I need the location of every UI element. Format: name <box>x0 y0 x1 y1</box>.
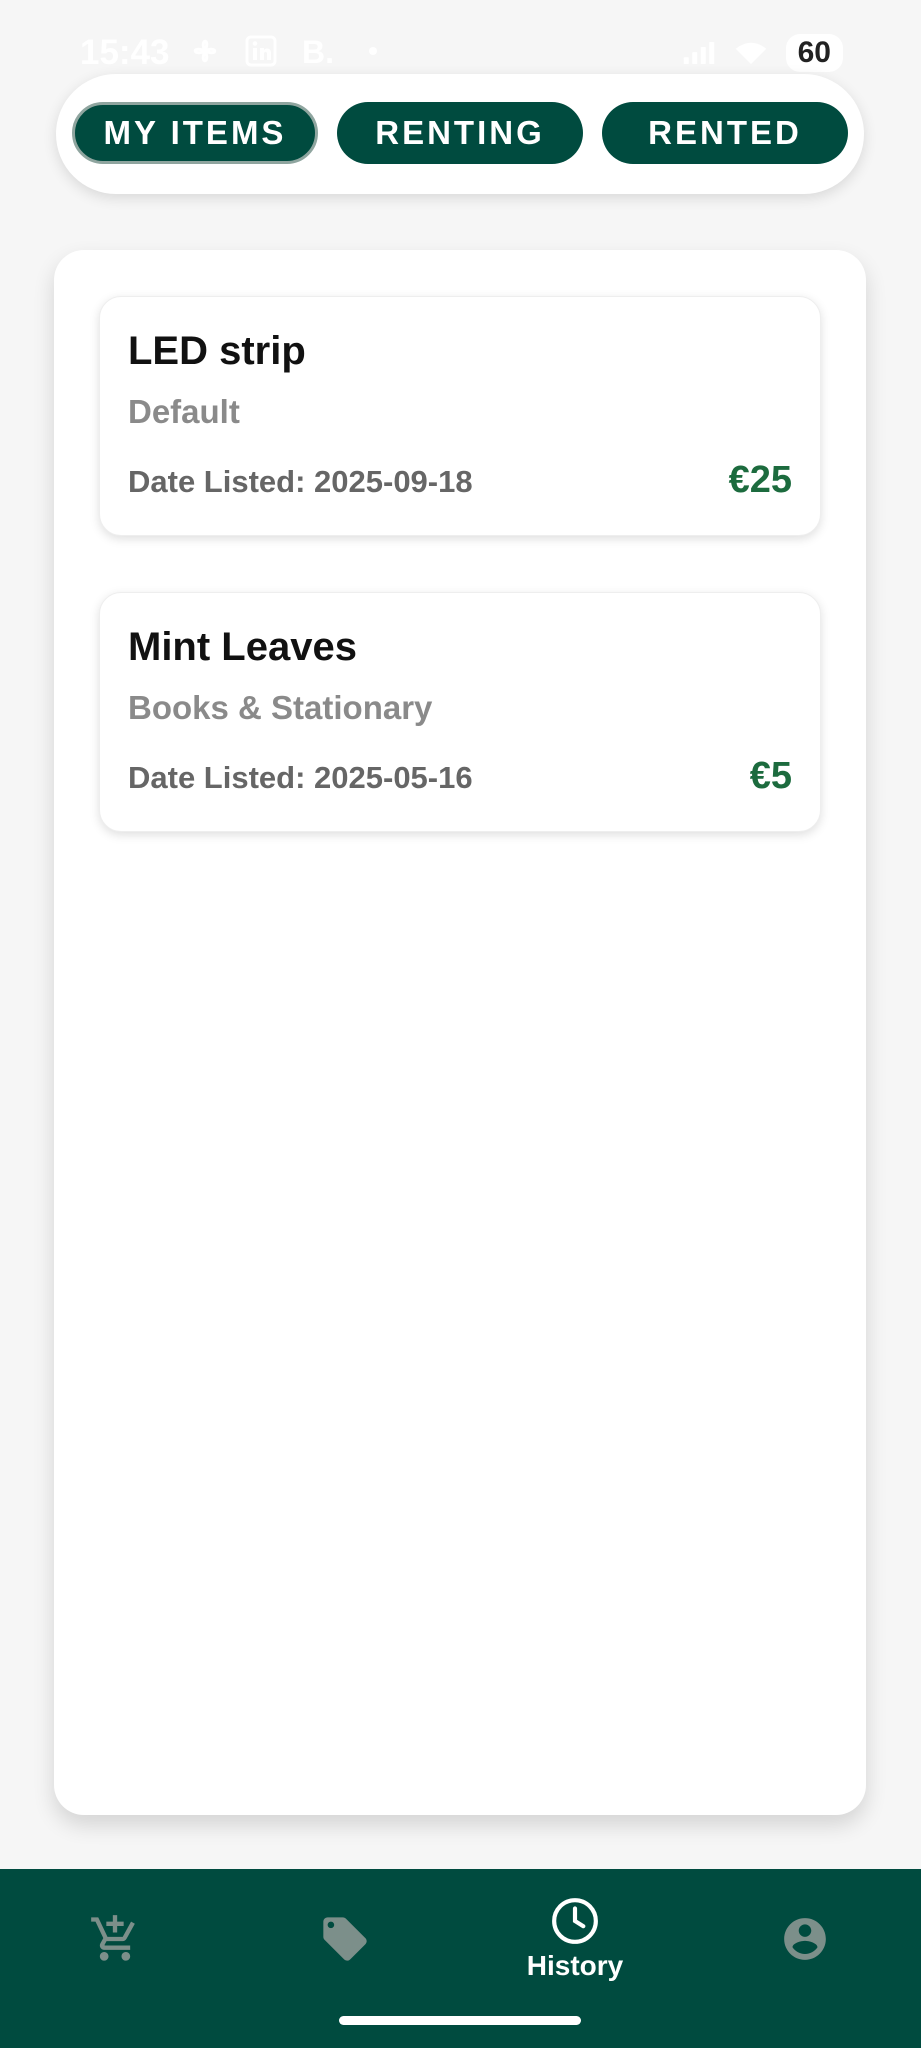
nav-history[interactable]: History <box>460 1869 690 2009</box>
wifi-icon <box>734 36 768 70</box>
linkedin-icon <box>244 34 278 68</box>
battery-indicator: 60 <box>785 34 843 72</box>
tab-renting[interactable]: RENTING <box>337 102 583 164</box>
svg-text:B.: B. <box>302 34 334 68</box>
nav-account[interactable] <box>690 1869 920 2009</box>
tab-rented[interactable]: RENTED <box>602 102 848 164</box>
item-category: Books & Stationary <box>128 689 433 726</box>
item-title: LED strip <box>128 329 306 373</box>
status-time: 15:43 <box>80 33 170 72</box>
home-indicator <box>339 2016 581 2025</box>
item-price: €25 <box>728 459 792 501</box>
item-price: €5 <box>749 755 792 797</box>
item-card[interactable]: LED strip Default Date Listed: 2025-09-1… <box>99 296 821 536</box>
segmented-tabs: MY ITEMS RENTING RENTED <box>56 74 864 194</box>
tab-my-items[interactable]: MY ITEMS <box>72 102 318 164</box>
dot-icon <box>356 34 390 68</box>
tag-icon <box>323 1917 367 1961</box>
item-date-listed: Date Listed: 2025-09-18 <box>128 464 473 499</box>
item-date-listed: Date Listed: 2025-05-16 <box>128 760 473 795</box>
account-circle-icon <box>784 1918 826 1960</box>
nav-listings[interactable] <box>230 1869 460 2009</box>
booking-icon: B. <box>300 34 334 68</box>
item-title: Mint Leaves <box>128 625 357 669</box>
nav-history-label: History <box>526 1950 624 1981</box>
system-icons: 60 <box>682 34 843 72</box>
items-panel: LED strip Default Date Listed: 2025-09-1… <box>54 250 866 1815</box>
item-card[interactable]: Mint Leaves Books & Stationary Date List… <box>99 592 821 832</box>
add-to-cart-icon <box>91 1915 135 1961</box>
signal-icon <box>682 36 716 70</box>
pinwheel-icon <box>188 34 222 68</box>
notification-icons: B. <box>188 34 390 68</box>
clock-icon <box>552 1898 598 1944</box>
item-category: Default <box>128 393 240 430</box>
nav-add-to-cart[interactable] <box>0 1869 230 2009</box>
